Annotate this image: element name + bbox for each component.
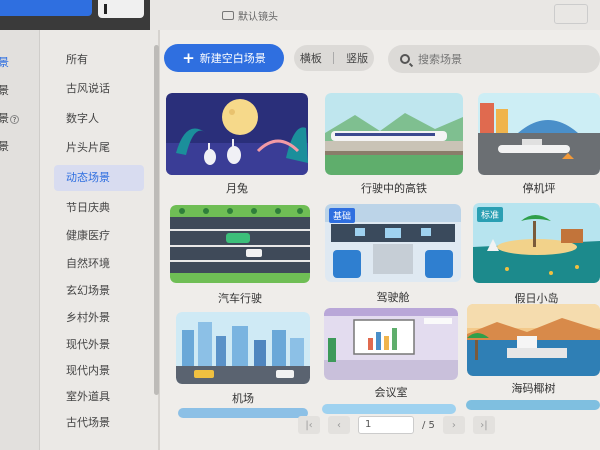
scene-label: 驾驶舱 xyxy=(376,291,410,304)
car-driving-thumbnail xyxy=(170,205,310,283)
main-nav-item-1[interactable]: 景 xyxy=(0,54,9,70)
page-number-input[interactable]: 1 xyxy=(358,416,414,434)
scene-label: 海码椰树 xyxy=(511,382,556,395)
scene-label: 机场 xyxy=(232,392,254,405)
scene-card-apron[interactable] xyxy=(478,93,600,175)
top-tool-button[interactable] xyxy=(98,0,144,18)
scene-card-partial-1[interactable] xyxy=(178,408,308,418)
top-blue-button[interactable] xyxy=(0,0,92,16)
scene-card-car-driving[interactable] xyxy=(170,205,310,283)
category-nature[interactable]: 自然环境 xyxy=(54,251,144,277)
main-nav-item-4[interactable]: 景 xyxy=(0,138,9,154)
main-nav-item-3[interactable]: 景? xyxy=(0,110,19,126)
cursor-icon xyxy=(104,4,107,14)
scene-card-partial-2[interactable] xyxy=(322,404,456,414)
orientation-portrait[interactable]: 竖版 xyxy=(346,50,368,66)
orientation-toggle: 横板 竖版 xyxy=(294,45,374,71)
category-sidebar: 所有 古风说话 数字人 片头片尾 动态场景 节日庆典 健康医疗 自然环境 玄幻场… xyxy=(40,30,158,450)
category-all[interactable]: 所有 xyxy=(54,47,144,73)
camera-icon xyxy=(222,11,234,20)
total-pages: / 5 xyxy=(422,419,435,431)
scene-label: 汽车行驶 xyxy=(218,292,262,305)
search-box[interactable] xyxy=(388,45,600,73)
new-blank-scene-button[interactable]: + 新建空白场景 xyxy=(164,44,284,72)
scene-card-moon-rabbit[interactable] xyxy=(166,93,308,175)
category-fantasy[interactable]: 玄幻场景 xyxy=(54,278,144,304)
scene-label: 停机坪 xyxy=(522,182,556,195)
scene-card-holiday-island[interactable]: 标准 xyxy=(473,203,600,283)
category-scrollbar[interactable] xyxy=(154,45,159,395)
coconut-pier-thumbnail xyxy=(467,304,600,376)
prev-page-button[interactable]: ‹ xyxy=(328,416,350,434)
category-modern-outdoor[interactable]: 现代外景 xyxy=(54,332,144,358)
orientation-landscape[interactable]: 横板 xyxy=(300,50,322,66)
moon-rabbit-thumbnail xyxy=(166,93,308,175)
first-page-button[interactable]: |‹ xyxy=(298,416,320,434)
top-bar: 默认镜头 xyxy=(0,0,600,30)
main-nav-item-2[interactable]: 景 xyxy=(0,82,9,98)
top-right-box[interactable] xyxy=(554,4,588,24)
default-camera-label: 默认镜头 xyxy=(238,12,278,23)
category-health[interactable]: 健康医疗 xyxy=(54,223,144,249)
help-icon[interactable]: ? xyxy=(10,115,19,124)
meeting-room-thumbnail xyxy=(324,308,458,380)
scene-label: 行驶中的高铁 xyxy=(361,182,427,195)
category-digital-human[interactable]: 数字人 xyxy=(54,106,144,132)
scene-label: 会议室 xyxy=(374,386,408,399)
category-festival[interactable]: 节日庆典 xyxy=(54,195,144,221)
scene-card-cockpit[interactable]: 基础 xyxy=(325,204,461,282)
main-nav-item-3-label: 景 xyxy=(0,112,9,125)
main-nav: 景 景 景? 景 xyxy=(0,30,40,450)
pagination: |‹ ‹ 1 / 5 › ›| xyxy=(298,416,495,434)
scene-card-coconut-pier[interactable] xyxy=(467,304,600,376)
search-icon xyxy=(400,54,410,64)
category-modern-indoor[interactable]: 现代内景 xyxy=(54,358,144,384)
category-outdoor-props[interactable]: 室外道具 xyxy=(54,384,144,410)
search-input[interactable] xyxy=(418,52,568,66)
scene-card-partial-3[interactable] xyxy=(466,400,600,410)
new-blank-scene-label: 新建空白场景 xyxy=(199,52,266,65)
plus-icon: + xyxy=(182,48,195,67)
default-camera[interactable]: 默认镜头 xyxy=(222,8,278,23)
scene-badge: 基础 xyxy=(329,208,356,223)
scene-badge: 标准 xyxy=(477,207,504,222)
canvas-header xyxy=(150,0,600,30)
toggle-divider xyxy=(333,52,335,64)
category-ancient-talk[interactable]: 古风说话 xyxy=(54,76,144,102)
next-page-button[interactable]: › xyxy=(442,416,465,434)
category-dynamic-scene[interactable]: 动态场景 xyxy=(54,165,144,191)
category-intro-outro[interactable]: 片头片尾 xyxy=(54,135,144,161)
high-speed-train-thumbnail xyxy=(325,93,463,175)
category-rural-outdoor[interactable]: 乡村外景 xyxy=(54,305,144,331)
scene-card-airport[interactable] xyxy=(176,312,310,384)
last-page-button[interactable]: ›| xyxy=(472,416,495,434)
scene-card-meeting-room[interactable] xyxy=(324,308,458,380)
category-ancient-scene[interactable]: 古代场景 xyxy=(54,410,144,436)
scene-label: 月兔 xyxy=(226,182,248,195)
scene-card-high-speed-train[interactable] xyxy=(325,93,463,175)
airport-thumbnail xyxy=(176,312,310,384)
apron-thumbnail xyxy=(478,93,600,175)
